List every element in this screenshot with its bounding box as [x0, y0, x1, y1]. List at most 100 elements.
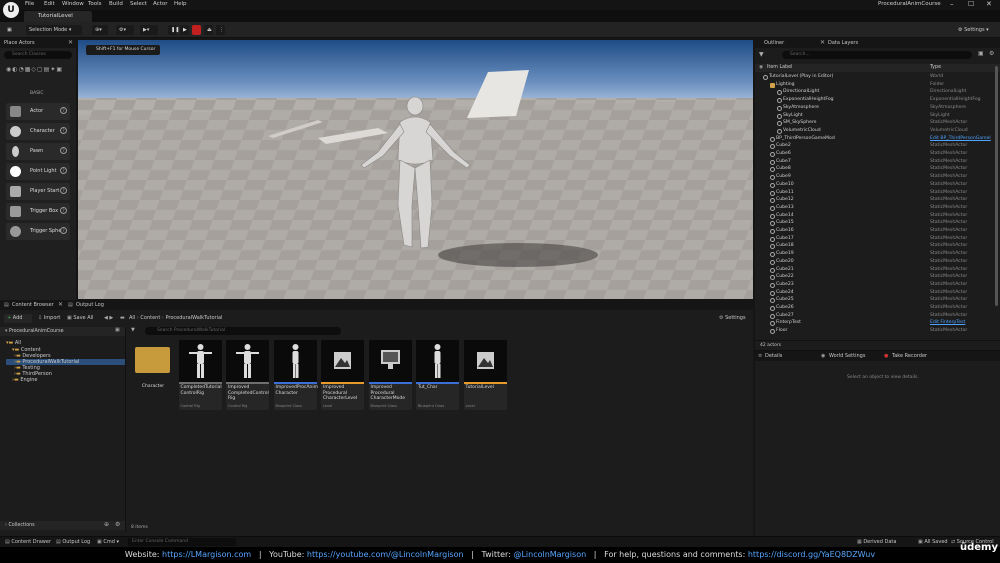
tab-take-recorder[interactable]: Take Recorder — [892, 353, 927, 359]
content-search-input[interactable]: Search ProceduralWalkTutorial — [145, 327, 341, 335]
filter-icon[interactable]: ▼ — [131, 327, 135, 333]
category-icons-row[interactable]: ◉◐◔▦◇▢▤✦▣ — [6, 66, 72, 76]
tree-all[interactable]: ▾▬ All — [6, 340, 21, 346]
outliner-row[interactable]: Floor StaticMeshActor — [755, 328, 1000, 336]
save-all-icon: ▣ — [67, 315, 72, 321]
breadcrumb-all[interactable]: All — [129, 315, 135, 321]
tab-content-browser[interactable]: Content Browser — [12, 302, 54, 308]
source-control-icon: ⇄ — [951, 539, 956, 545]
cmd-dropdown[interactable]: ▣ Cmd ▾ — [97, 539, 119, 545]
place-character-item[interactable]: Character? — [6, 123, 70, 140]
help-icon[interactable]: ? — [60, 167, 67, 174]
save-all-button[interactable]: ▣ Save All — [67, 315, 93, 321]
website-link[interactable]: https://LMargison.com — [162, 550, 251, 559]
close-panel-icon[interactable]: ✕ — [68, 39, 73, 46]
skip-icon[interactable]: ▶ — [180, 25, 189, 35]
menu-actor[interactable]: Actor — [153, 1, 167, 7]
place-trigger-sphere-item[interactable]: Trigger Sphe? — [6, 223, 70, 240]
asset-tile[interactable]: Improved CompletedControl Rig Control Rig — [226, 340, 269, 410]
asset-tile[interactable]: TutorialLevel Level — [463, 340, 507, 410]
cinematics-icon[interactable]: ▶▾ — [140, 25, 158, 35]
menu-select[interactable]: Select — [130, 1, 147, 7]
place-point-light-item[interactable]: Point Light? — [6, 163, 70, 180]
outliner-settings-icon[interactable]: ⚙ — [989, 50, 994, 57]
youtube-link[interactable]: https://youtube.com/@LincolnMargison — [307, 550, 464, 559]
close-tab-icon[interactable]: ✕ — [58, 301, 63, 308]
place-actor-item[interactable]: Actor? — [6, 103, 70, 120]
add-folder-icon[interactable]: ▣ — [978, 50, 984, 57]
breadcrumb-folder[interactable]: ProceduralWalkTutorial — [165, 315, 222, 321]
eject-icon[interactable]: ⏏ — [204, 25, 213, 35]
tab-data-layers[interactable]: Data Layers — [828, 40, 858, 46]
close-tab-icon[interactable]: ✕ — [820, 39, 825, 46]
asset-tile[interactable]: Improved Procedural CharacterLevel Level — [321, 340, 364, 410]
blueprint-icon[interactable]: ⚙▾ — [116, 25, 134, 35]
add-actor-icon[interactable]: ⊕▾ — [92, 25, 108, 35]
menu-build[interactable]: Build — [109, 1, 123, 7]
outliner-item-type: StaticMeshActor — [930, 235, 968, 241]
derived-data-button[interactable]: ▦ Derived Data — [857, 539, 896, 545]
tab-details[interactable]: Details — [765, 353, 782, 359]
add-button[interactable]: + Add — [4, 314, 32, 323]
output-log-button[interactable]: ▤ Output Log — [56, 539, 90, 545]
level-viewport[interactable] — [78, 40, 753, 299]
stop-icon[interactable] — [192, 25, 201, 35]
place-actors-tab[interactable]: Place Actors — [4, 40, 35, 46]
col-item-label[interactable]: Item Label — [767, 65, 792, 70]
add-collection-icon[interactable]: ▣ — [115, 327, 120, 333]
selection-mode-dropdown[interactable]: Selection Mode ▾ — [26, 25, 82, 35]
collections-settings-icon[interactable]: ⚙ — [115, 521, 120, 528]
place-player-start-item[interactable]: Player Start? — [6, 183, 70, 200]
save-icon[interactable]: ▣ — [4, 25, 14, 35]
asset-tile[interactable]: Character — [131, 340, 174, 410]
breadcrumb-content[interactable]: Content — [140, 315, 160, 321]
asset-tile[interactable]: Tut_Char Blueprint Class — [416, 340, 459, 410]
tab-output-log[interactable]: Output Log — [76, 302, 104, 308]
project-header[interactable]: ▾ ProceduralAnimCourse — [0, 327, 125, 336]
actor-icon — [770, 275, 775, 281]
pause-icon[interactable]: ❚❚ — [168, 25, 179, 35]
tab-tutorial-level[interactable]: TutorialLevel — [24, 11, 92, 22]
console-command-input[interactable]: Enter Console Command — [128, 538, 236, 546]
edit-blueprint-link[interactable]: Edit BP_ThirdPersonGamel — [930, 136, 991, 141]
minimize-icon[interactable]: – — [950, 0, 954, 8]
tab-world-settings[interactable]: World Settings — [829, 353, 865, 359]
menu-tools[interactable]: Tools — [88, 1, 102, 7]
menu-window[interactable]: Window — [62, 1, 84, 7]
asset-tile[interactable]: ImprovedProcAnim Character Blueprint Clas… — [273, 340, 318, 410]
cb-settings-button[interactable]: ⚙ Settings — [719, 315, 746, 321]
discord-link[interactable]: https://discord.gg/YaEQ8DZWuv — [748, 550, 875, 559]
close-icon[interactable]: ✕ — [986, 0, 992, 8]
edit-blueprint-link[interactable]: Edit FinterpTest — [930, 320, 965, 325]
help-icon[interactable]: ? — [60, 207, 67, 214]
help-icon[interactable]: ? — [60, 107, 67, 114]
help-icon[interactable]: ? — [60, 127, 67, 134]
add-collection-icon[interactable]: ⊕ — [104, 521, 109, 528]
outliner-scrollbar[interactable] — [995, 66, 998, 306]
menu-edit[interactable]: Edit — [44, 1, 55, 7]
all-saved-button[interactable]: ▣ All Saved — [918, 539, 948, 545]
settings-button[interactable]: ⚙ Settings ▾ — [955, 25, 995, 35]
col-type[interactable]: Type — [930, 65, 941, 70]
nav-arrows[interactable]: ◀ ▶ — [104, 315, 113, 321]
visibility-icon[interactable]: ◉ — [759, 65, 763, 70]
more-options-icon[interactable]: ⋮ — [216, 25, 225, 35]
menu-file[interactable]: File — [25, 1, 34, 7]
menu-help[interactable]: Help — [174, 1, 187, 7]
twitter-link[interactable]: @LincolnMargison — [513, 550, 586, 559]
import-button[interactable]: ⇩ Import — [38, 315, 60, 321]
search-classes-input[interactable]: Search Classes — [4, 51, 72, 59]
help-icon[interactable]: ? — [60, 187, 67, 194]
asset-tile[interactable]: Improved Procedural CharacterMode Bluepri… — [368, 340, 412, 410]
place-trigger-box-item[interactable]: Trigger Box? — [6, 203, 70, 220]
help-icon[interactable]: ? — [60, 147, 67, 154]
tab-outliner[interactable]: Outliner — [764, 40, 784, 46]
help-icon[interactable]: ? — [60, 227, 67, 234]
outliner-search-input[interactable]: Search... — [782, 51, 972, 59]
maximize-icon[interactable]: ☐ — [968, 0, 974, 8]
place-pawn-item[interactable]: Pawn? — [6, 143, 70, 160]
content-drawer-button[interactable]: ▤ Content Drawer — [5, 539, 51, 545]
filter-icon[interactable]: ▼ — [759, 51, 767, 59]
asset-tile[interactable]: CompletedTutorial ControlRig Control Rig — [178, 340, 222, 410]
tree-engine[interactable]: ›▬ Engine — [12, 377, 37, 383]
